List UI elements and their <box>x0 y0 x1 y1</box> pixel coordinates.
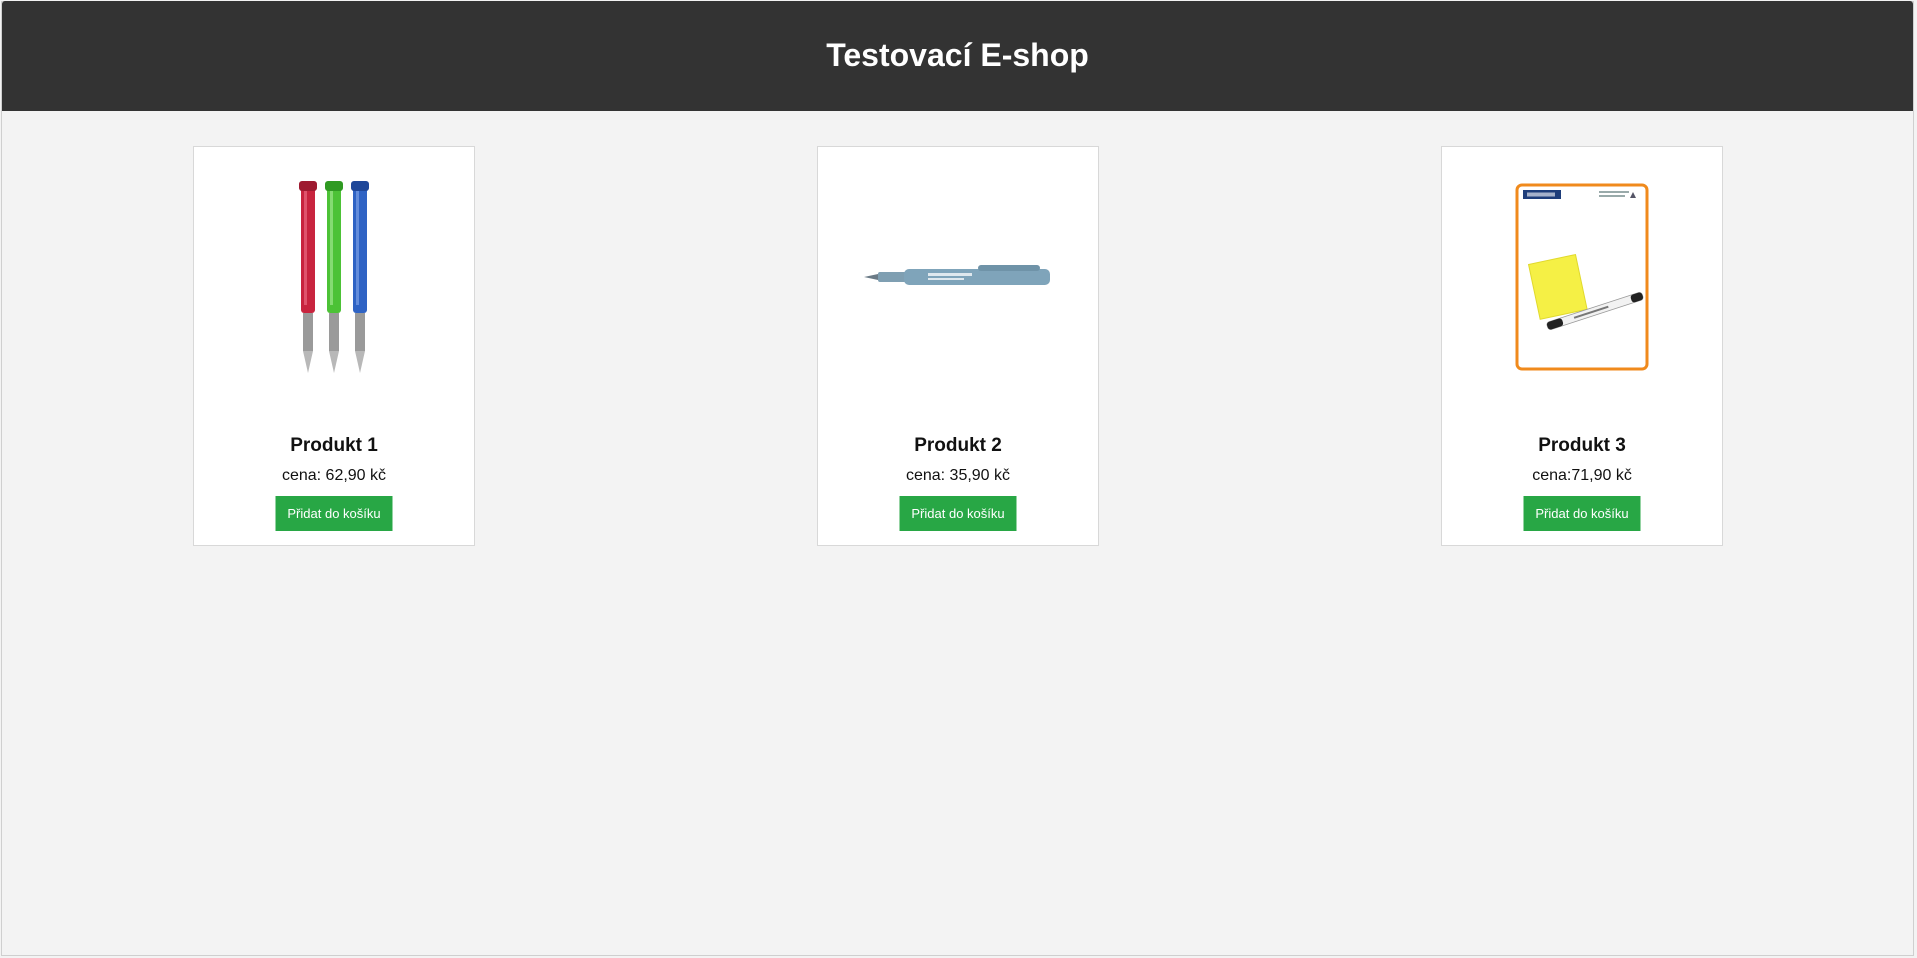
site-title: Testovací E-shop <box>826 36 1089 73</box>
fountain-pens-image <box>299 181 369 373</box>
product-name: Produkt 1 <box>290 435 378 456</box>
product-price: cena: 62,90 kč <box>281 467 387 484</box>
site-header: Testovací E-shop <box>2 1 1913 111</box>
sticky-notes-pack-image <box>1515 183 1649 371</box>
product-image <box>818 177 1098 377</box>
product-name: Produkt 3 <box>1538 435 1626 456</box>
product-card: Produkt 1 cena: 62,90 kč Přidat do košík… <box>193 146 475 546</box>
add-to-cart-button[interactable]: Přidat do košíku <box>1523 496 1641 531</box>
product-price: cena: 35,90 kč <box>905 467 1011 484</box>
add-to-cart-button[interactable]: Přidat do košíku <box>899 496 1017 531</box>
product-card: Produkt 3 cena:71,90 kč Přidat do košíku <box>1441 146 1723 546</box>
product-price: cena:71,90 kč <box>1532 467 1632 484</box>
product-image <box>194 177 474 377</box>
product-card: Produkt 2 cena: 35,90 kč Přidat do košík… <box>817 146 1099 546</box>
product-name: Produkt 2 <box>914 435 1002 456</box>
product-image <box>1442 177 1722 377</box>
pen-image <box>864 265 1050 285</box>
add-to-cart-button[interactable]: Přidat do košíku <box>275 496 393 531</box>
